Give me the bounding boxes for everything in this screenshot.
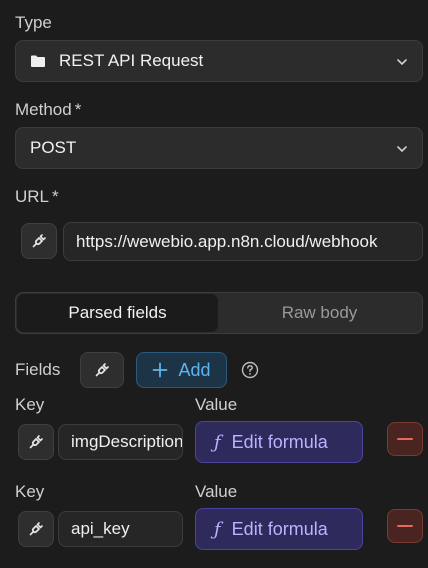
bind-url-button[interactable] [21,223,57,259]
url-label-text: URL [15,187,50,206]
key-input[interactable]: imgDescription [58,424,183,460]
minus-icon [397,438,413,440]
edit-formula-button[interactable]: ƒ Edit formula [195,421,363,463]
bind-key-button[interactable] [18,511,54,547]
remove-field-button[interactable] [387,509,423,543]
add-field-button[interactable]: Add [136,352,227,388]
type-label: Type [15,13,52,32]
required-mark: * [74,100,82,119]
url-label: URL * [15,187,59,207]
folder-icon [30,54,46,68]
function-icon: ƒ [214,518,221,540]
fields-label: Fields [15,360,61,379]
edit-formula-label: Edit formula [231,518,328,539]
value-label: Value [195,395,238,414]
key-input[interactable]: api_key [58,511,183,547]
function-icon: ƒ [214,431,221,453]
method-label-text: Method [15,100,72,119]
method-label: Method * [15,100,81,120]
key-value: api_key [71,519,130,538]
chevron-down-icon [396,138,408,158]
key-value: imgDescription [71,432,183,451]
key-label: Key [15,395,45,414]
type-select[interactable]: REST API Request [15,40,423,82]
edit-formula-button[interactable]: ƒ Edit formula [195,508,363,550]
required-mark: * [52,187,59,206]
bind-fields-button[interactable] [80,352,124,388]
method-value: POST [30,138,77,157]
url-input[interactable]: https://wewebio.app.n8n.cloud/webhook [63,222,423,261]
tab-parsed-fields[interactable]: Parsed fields [17,294,218,332]
type-value: REST API Request [59,51,204,70]
chevron-down-icon [396,51,408,71]
plug-icon [31,233,47,249]
minus-icon [397,525,413,527]
plug-icon [94,362,110,378]
value-label: Value [195,482,238,501]
help-icon[interactable] [241,361,259,379]
tab-raw-body[interactable]: Raw body [218,294,421,332]
key-label: Key [15,482,45,501]
bind-key-button[interactable] [18,424,54,460]
remove-field-button[interactable] [387,422,423,456]
method-select[interactable]: POST [15,127,423,169]
url-value: https://wewebio.app.n8n.cloud/webhook [76,231,378,251]
plug-icon [28,521,44,537]
add-label: Add [178,359,211,380]
edit-formula-label: Edit formula [231,431,328,452]
plus-icon [152,362,168,378]
plug-icon [28,434,44,450]
